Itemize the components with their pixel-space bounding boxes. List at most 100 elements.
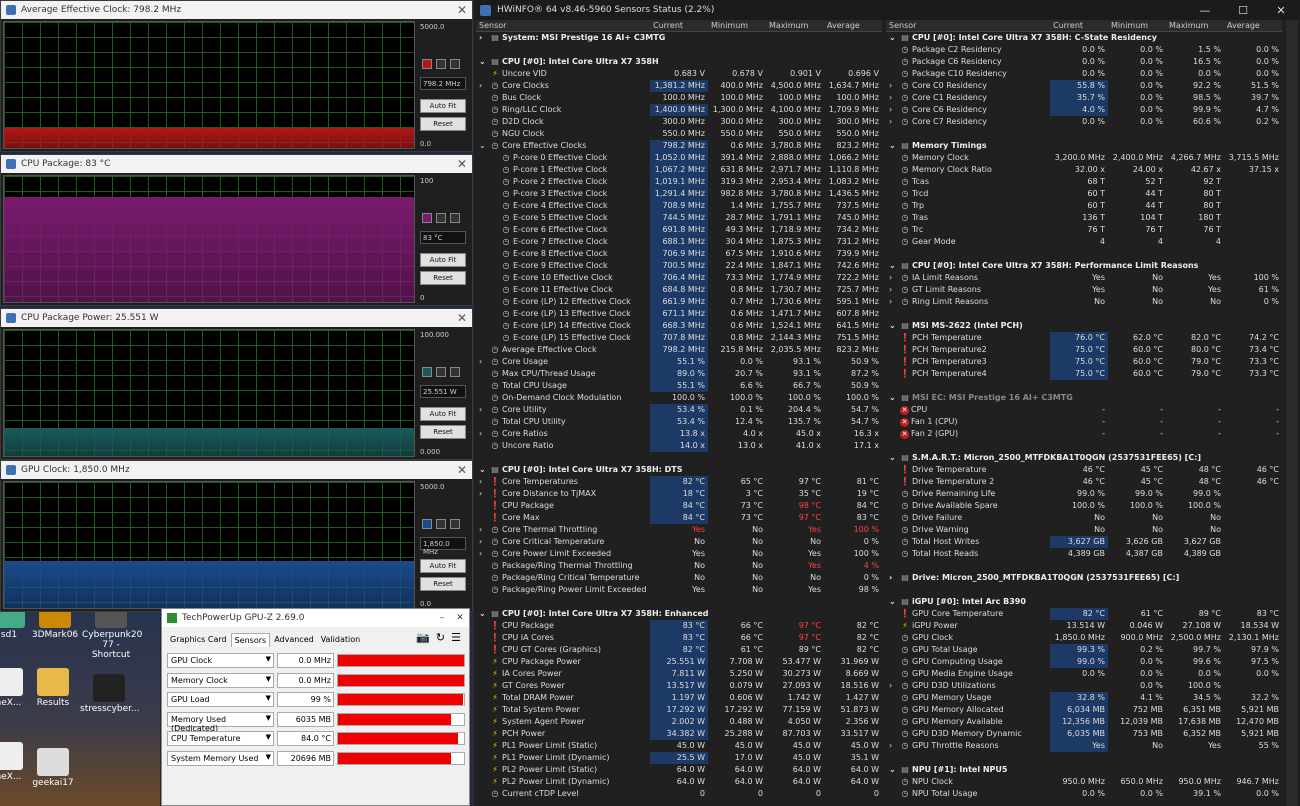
collapse-chevron-icon[interactable]: ⌄ [889, 452, 900, 464]
checkbox[interactable] [436, 213, 446, 223]
sensor-row[interactable]: ◷ Drive Remaining Life 99.0 % 99.0 % 99.0 % [886, 488, 1282, 500]
sensor-row[interactable]: ❗ CPU IA Cores 83 °C 66 °C 97 °C 82 °C [476, 632, 882, 644]
gpuz-tab[interactable]: Advanced [271, 633, 317, 647]
sensor-group-header[interactable]: ⌄ ▤ CPU [#0]: Intel Core Ultra X7 358H: C-… [886, 32, 1282, 44]
sensor-row[interactable]: ◷ E-core (LP) 14 Effective Clock 668.3 MHz… [476, 320, 882, 332]
minimize-icon[interactable]: — [1186, 4, 1224, 17]
sensor-row[interactable]: ◷ E-core 6 Effective Clock 691.8 MHz 49.3 M… [476, 224, 882, 236]
sensor-row[interactable]: ◷ Tras 136 T 104 T 180 T [886, 212, 1282, 224]
gpuz-tab[interactable]: Validation [318, 633, 364, 647]
expand-chevron-icon[interactable]: › [889, 740, 900, 752]
desktop-icon[interactable]: Results [24, 668, 82, 708]
sensor-row[interactable]: ⚡ Total DRAM Power 1.197 W 0.606 W 1.742 W 1.… [476, 692, 882, 704]
expand-chevron-icon[interactable]: › [889, 92, 900, 104]
sensor-row[interactable]: › ◷ Core Critical Temperature No No No 0 % [476, 536, 882, 548]
sensor-row[interactable]: ◷ D2D Clock 300.0 MHz 300.0 MHz 300.0 MHz 300… [476, 116, 882, 128]
sensor-row[interactable]: ❗ CPU Package 83 °C 66 °C 97 °C 82 °C [476, 620, 882, 632]
expand-chevron-icon[interactable]: › [479, 524, 490, 536]
sensor-row[interactable]: ◷ Ring/LLC Clock 1,400.0 MHz 1,300.0 MHz 4,1… [476, 104, 882, 116]
sensor-row[interactable]: ◷ GPU Memory Allocated 6,034 MB 752 MB 6,351… [886, 704, 1282, 716]
sensor-row[interactable]: ◷ NGU Clock 550.0 MHz 550.0 MHz 550.0 MHz 550… [476, 128, 882, 140]
expand-chevron-icon[interactable]: › [479, 80, 490, 92]
sensor-group-header[interactable]: ⌄ ▤ NPU [#1]: Intel NPU5 [886, 764, 1282, 776]
sensor-row[interactable]: ◷ Package C10 Residency 0.0 % 0.0 % 0.0 % 0.0… [886, 68, 1282, 80]
sensor-row[interactable]: ◷ NPU Total Usage 0.0 % 0.0 % 39.1 % 0.0 % [886, 788, 1282, 800]
graph-titlebar[interactable]: GPU Clock: 1,850.0 MHz ✕ [1, 461, 472, 479]
sensor-row[interactable]: ⚡ iGPU Power 13.514 W 0.046 W 27.108 W 18.534… [886, 620, 1282, 632]
close-icon[interactable]: ✕ [1262, 4, 1300, 17]
sensor-row[interactable]: › ◷ Core C0 Residency 55.8 % 0.0 % 92.2 % 51.5… [886, 80, 1282, 92]
sensor-row[interactable]: ❗ PCH Temperature 76.0 °C 62.0 °C 82.0 °C 74.… [886, 332, 1282, 344]
close-icon[interactable]: ✕ [452, 463, 472, 477]
sensor-row[interactable]: ✕ Fan 1 (CPU) - - - - [886, 416, 1282, 428]
sensor-row[interactable]: ❗ Drive Temperature 46 °C 45 °C 48 °C 46 °C [886, 464, 1282, 476]
sensor-row[interactable]: ◷ E-core (LP) 13 Effective Clock 671.1 MHz… [476, 308, 882, 320]
sensor-row[interactable]: › ◷ Core Ratios 13.8 x 4.0 x 45.0 x 16.3 x [476, 428, 882, 440]
expand-chevron-icon[interactable]: › [889, 284, 900, 296]
sensor-row[interactable]: ❗ CPU GT Cores (Graphics) 82 °C 61 °C 89 °C 8… [476, 644, 882, 656]
sensor-row[interactable]: ◷ Total CPU Utility 53.4 % 12.4 % 135.7 % 54.… [476, 416, 882, 428]
close-icon[interactable]: ✕ [452, 157, 472, 171]
checkbox[interactable] [436, 59, 446, 69]
gpuz-sensor-select[interactable]: System Memory Used ▼ [167, 750, 274, 766]
sensor-row[interactable]: ◷ On-Demand Clock Modulation 100.0 % 100.0 … [476, 392, 882, 404]
sensor-row[interactable]: ❗ PCH Temperature2 75.0 °C 60.0 °C 80.0 °C 73… [886, 344, 1282, 356]
autofit-button[interactable]: Auto Fit [420, 559, 466, 573]
sensor-row[interactable]: ◷ GPU Memory Usage 32.8 % 4.1 % 34.5 % 32.2 % [886, 692, 1282, 704]
column-header-average[interactable]: Average [824, 20, 882, 32]
gpuz-tab[interactable]: Sensors [230, 633, 271, 647]
sensor-row[interactable]: ◷ E-core 11 Effective Clock 684.8 MHz 0.8 M… [476, 284, 882, 296]
color-swatch-icon[interactable] [422, 519, 432, 529]
sensor-row[interactable]: ◷ Bus Clock 100.0 MHz 100.0 MHz 100.0 MHz 100… [476, 92, 882, 104]
sensor-row[interactable]: ⚡ PL2 Power Limit (Static) 64.0 W 64.0 W 64.… [476, 764, 882, 776]
sensor-row[interactable]: ◷ P-core 0 Effective Clock 1,052.0 MHz 391.… [476, 152, 882, 164]
chevron-down-icon[interactable]: ▼ [266, 694, 271, 702]
minimize-icon[interactable]: – [433, 613, 451, 623]
sensor-row[interactable]: ◷ GPU Computing Usage 99.0 % 0.0 % 99.6 % 97.… [886, 656, 1282, 668]
sensor-group-header[interactable]: ⌄ ▤ CPU [#0]: Intel Core Ultra X7 358H: Pe… [886, 260, 1282, 272]
sensor-row[interactable]: ◷ Uncore Ratio 14.0 x 13.0 x 41.0 x 17.1 x [476, 440, 882, 452]
expand-chevron-icon[interactable]: › [889, 80, 900, 92]
sensor-row[interactable]: ◷ E-core 8 Effective Clock 706.9 MHz 67.5 M… [476, 248, 882, 260]
sensor-row[interactable]: ❗ Core Max 84 °C 73 °C 97 °C 83 °C [476, 512, 882, 524]
reset-button[interactable]: Reset [420, 425, 466, 439]
sensor-row[interactable]: ◷ E-core 7 Effective Clock 688.1 MHz 30.4 M… [476, 236, 882, 248]
sensor-row[interactable]: ◷ Total Host Reads 4,389 GB 4,387 GB 4,389 G… [886, 548, 1282, 560]
sensor-row[interactable]: ⚡ PL1 Power Limit (Dynamic) 25.5 W 17.0 W 45… [476, 752, 882, 764]
sensor-row[interactable]: › ❗ Core Temperatures 82 °C 65 °C 97 °C 81 °C [476, 476, 882, 488]
sensor-row[interactable]: › ◷ Core C1 Residency 35.7 % 0.0 % 98.5 % 39.7… [886, 92, 1282, 104]
sensor-row[interactable]: › ◷ GPU Throttle Reasons Yes No Yes 55 % [886, 740, 1282, 752]
expand-chevron-icon[interactable]: › [889, 680, 900, 692]
column-header-current[interactable]: Current [650, 20, 708, 32]
expand-chevron-icon[interactable]: › [479, 548, 490, 560]
sensor-row[interactable]: ⚡ PL1 Power Limit (Static) 45.0 W 45.0 W 45.… [476, 740, 882, 752]
checkbox[interactable] [436, 519, 446, 529]
sensor-row[interactable]: ✕ CPU - - - - [886, 404, 1282, 416]
sensor-group-header[interactable]: › ▤ System: MSI Prestige 16 AI+ C3MTG [476, 32, 882, 44]
sensor-row[interactable]: ⚡ PCH Power 34.382 W 25.288 W 87.703 W 33.517… [476, 728, 882, 740]
autofit-button[interactable]: Auto Fit [420, 99, 466, 113]
sensor-group-header[interactable]: › ▤ Drive: Micron_2500_MTFDKBA1T0QGN (2537… [886, 572, 1282, 584]
sensor-row[interactable]: › ◷ Core Utility 53.4 % 0.1 % 204.4 % 54.7 % [476, 404, 882, 416]
sensor-group-header[interactable]: ⌄ ▤ Memory Timings [886, 140, 1282, 152]
sensor-row[interactable]: ◷ GPU D3D Memory Dynamic 6,035 MB 753 MB 6,3… [886, 728, 1282, 740]
expand-chevron-icon[interactable]: › [479, 476, 490, 488]
sensor-row[interactable]: ◷ E-core 10 Effective Clock 706.4 MHz 73.3 … [476, 272, 882, 284]
color-box-icon[interactable] [450, 367, 460, 377]
sensor-row[interactable]: ◷ NPU Clock 950.0 MHz 650.0 MHz 950.0 MHz 946… [886, 776, 1282, 788]
desktop-icon[interactable]: stresscyber... [80, 674, 140, 714]
sensor-row[interactable]: ◷ Package C6 Residency 0.0 % 0.0 % 16.5 % 0.0… [886, 56, 1282, 68]
sensor-row[interactable]: ◷ Max CPU/Thread Usage 89.0 % 20.7 % 93.1 % 8… [476, 368, 882, 380]
sensor-row[interactable]: ◷ Tcas 68 T 52 T 92 T [886, 176, 1282, 188]
sensor-group-header[interactable]: ⌄ ▤ S.M.A.R.T.: Micron_2500_MTFDKBA1T0QGN … [886, 452, 1282, 464]
sensor-group-header[interactable]: ⌄ ▤ CPU [#0]: Intel Core Ultra X7 358H: DT… [476, 464, 882, 476]
sensor-row[interactable]: ❗ PCH Temperature4 75.0 °C 60.0 °C 79.0 °C 73… [886, 368, 1282, 380]
reset-button[interactable]: Reset [420, 577, 466, 591]
sensor-row[interactable]: ◷ Gear Mode 4 4 4 [886, 236, 1282, 248]
sensor-group-header[interactable]: ⌄ ▤ MSI MS-2622 (Intel PCH) [886, 320, 1282, 332]
color-box-icon[interactable] [450, 59, 460, 69]
sensor-row[interactable]: › ◷ GPU D3D Utilizations 0.0 % 100.0 % [886, 680, 1282, 692]
sensor-group-header[interactable]: ⌄ ▤ CPU [#0]: Intel Core Ultra X7 358H: En… [476, 608, 882, 620]
color-swatch-icon[interactable] [422, 59, 432, 69]
sensor-row[interactable]: ◷ Average Effective Clock 798.2 MHz 215.8 M… [476, 344, 882, 356]
